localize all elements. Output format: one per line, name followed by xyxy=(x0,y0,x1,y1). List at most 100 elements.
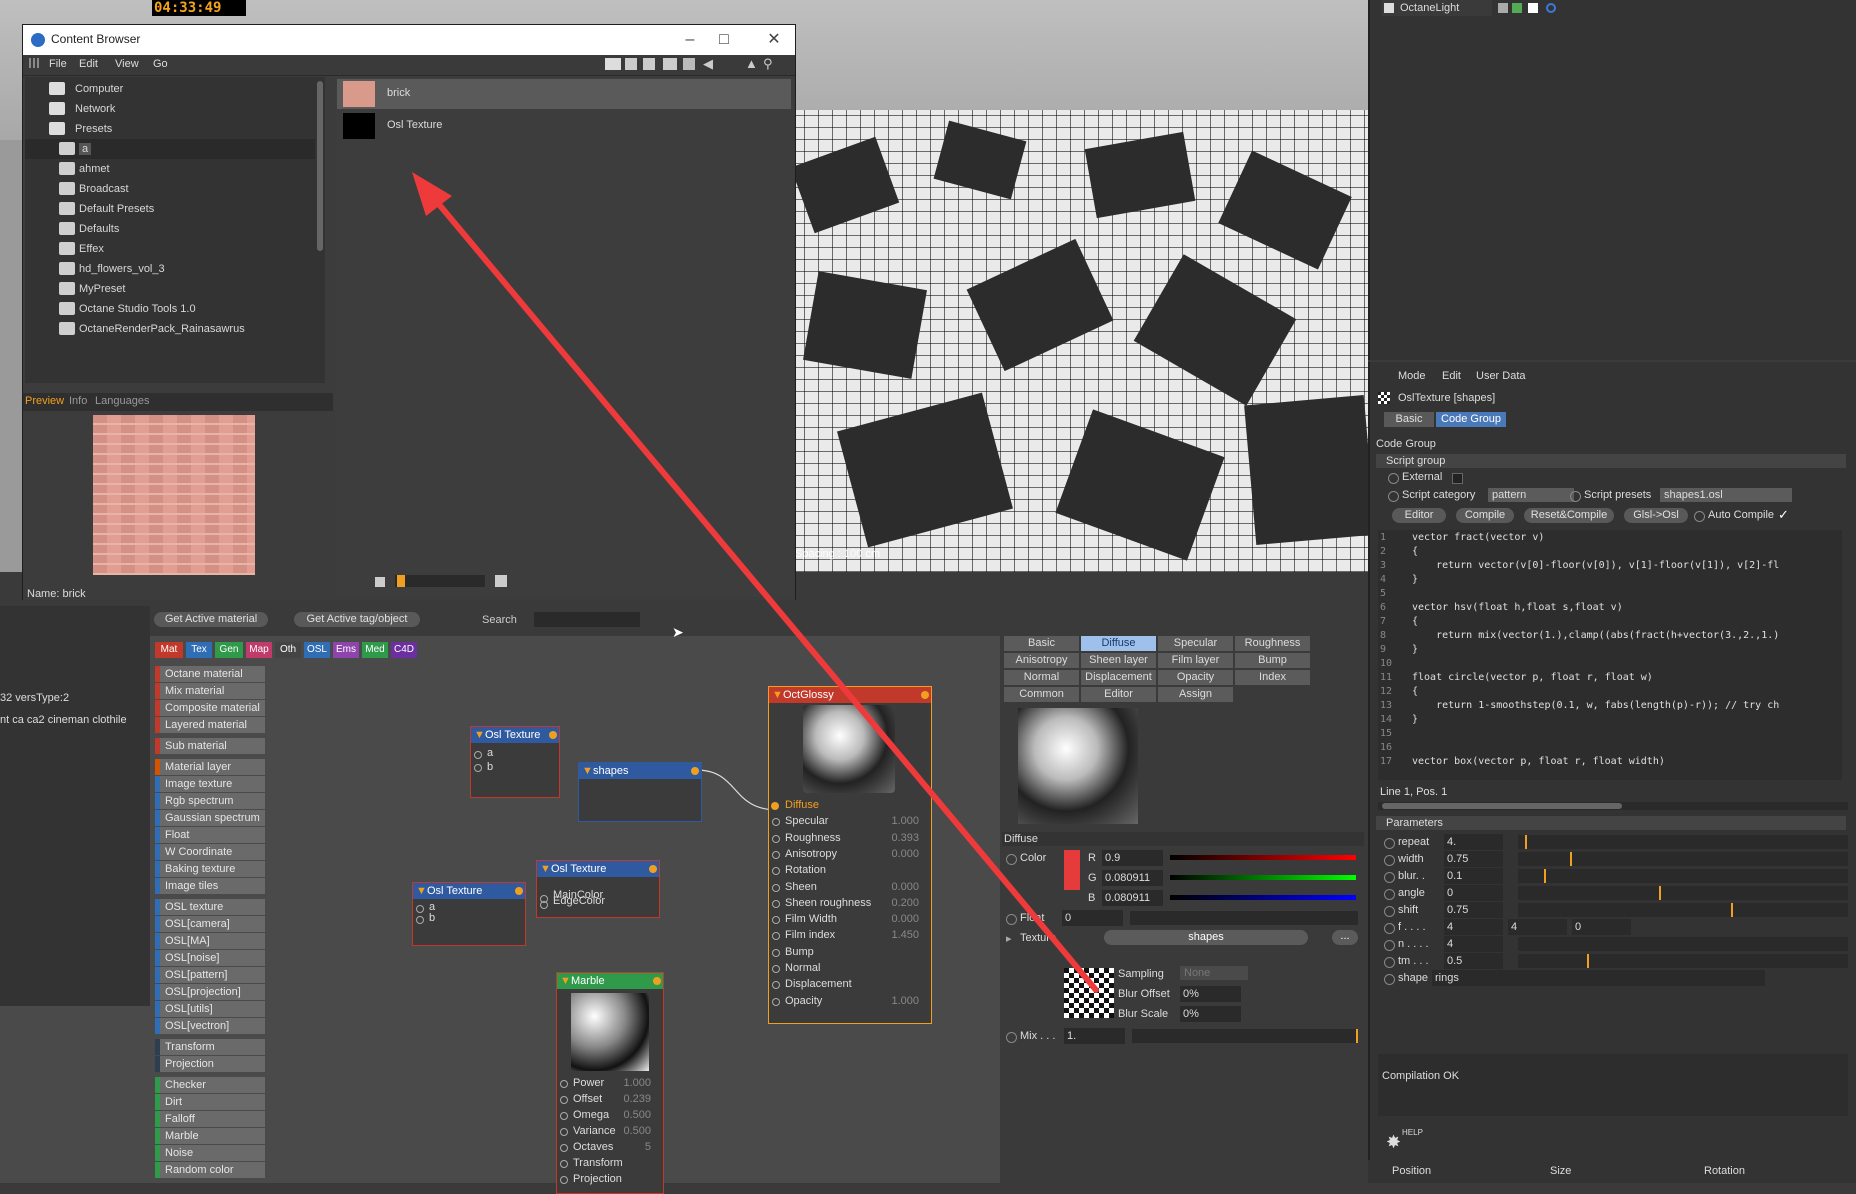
input-pin[interactable] xyxy=(560,1144,568,1152)
attribute-manager[interactable]: Mode Edit User Data OslTexture [shapes] … xyxy=(1368,362,1856,1162)
input-pin[interactable] xyxy=(772,834,780,843)
window-titlebar[interactable]: Content Browser – □ ✕ xyxy=(23,25,795,55)
content-list[interactable]: brick Osl Texture xyxy=(335,77,793,597)
radio-icon[interactable] xyxy=(1006,914,1017,925)
output-pin[interactable] xyxy=(549,731,557,739)
g-slider[interactable] xyxy=(1170,875,1356,880)
param-field[interactable]: 4 xyxy=(1508,919,1567,935)
tab-preview[interactable]: Preview xyxy=(25,395,64,407)
marble-node[interactable]: Marble ▼ Power 1.000 Offset 0.239 Omega 0.500… xyxy=(556,972,664,1194)
tree-item[interactable]: OctaneRenderPack_Rainasawrus xyxy=(25,319,315,339)
collapse-icon[interactable]: ▼ xyxy=(416,885,427,897)
tree-scrollbar[interactable] xyxy=(317,81,323,251)
toolbar-icon[interactable] xyxy=(605,58,621,70)
code-scrollbar[interactable] xyxy=(1378,802,1848,810)
material-editor-panel[interactable]: Basic Diffuse Specular Roughness Anisotropy S… xyxy=(1000,630,1366,1050)
folder-tree[interactable]: Computer Network Presets a ahmet Broadca… xyxy=(25,77,325,383)
param-slider[interactable] xyxy=(1518,937,1848,951)
tree-item[interactable]: MyPreset xyxy=(25,279,315,299)
float-field[interactable]: 0 xyxy=(1062,910,1123,926)
menu-go[interactable]: Go xyxy=(153,58,168,70)
auto-compile-checkbox[interactable]: ✓ xyxy=(1778,507,1789,523)
mix-field[interactable]: 1. xyxy=(1064,1028,1125,1044)
object-manager[interactable]: OctaneLight xyxy=(1368,0,1856,360)
radio-icon[interactable] xyxy=(1384,889,1395,900)
input-pin[interactable] xyxy=(474,751,482,759)
material-tab[interactable]: Common xyxy=(1004,687,1079,702)
tab-languages[interactable]: Languages xyxy=(95,395,149,407)
radio-icon[interactable] xyxy=(1006,1032,1017,1043)
script-group-header[interactable]: Script group xyxy=(1376,454,1846,468)
input-pin[interactable] xyxy=(772,932,780,941)
input-pin[interactable] xyxy=(474,764,482,772)
material-tab[interactable]: Roughness xyxy=(1235,636,1310,651)
param-row[interactable]: width 0.75 xyxy=(1378,851,1848,869)
reset-compile-button[interactable]: Reset&Compile xyxy=(1524,508,1614,523)
external-checkbox[interactable] xyxy=(1452,473,1463,484)
content-browser-window[interactable]: Content Browser – □ ✕ File Edit View Go … xyxy=(22,24,796,606)
param-slider[interactable] xyxy=(1518,954,1848,968)
collapse-icon[interactable]: ▼ xyxy=(540,863,551,875)
param-slider[interactable] xyxy=(1518,869,1848,883)
radio-icon[interactable] xyxy=(1384,872,1395,883)
menu-edit[interactable]: Edit xyxy=(79,58,98,70)
input-pin[interactable] xyxy=(560,1080,568,1088)
material-tab[interactable]: Opacity xyxy=(1158,670,1233,685)
output-pin[interactable] xyxy=(515,887,523,895)
category-chip[interactable]: Ems xyxy=(333,642,359,658)
input-pin[interactable] xyxy=(772,916,780,925)
octglossy-node[interactable]: OctGlossy ▼ Diffuse Specular 1.000 Roughnes… xyxy=(768,686,932,1024)
material-tab[interactable]: Assign xyxy=(1158,687,1233,702)
param-slider[interactable] xyxy=(1518,852,1848,866)
category-chip[interactable]: Mat xyxy=(155,642,183,658)
category-chip[interactable]: Med xyxy=(362,642,388,658)
material-tab[interactable]: Film layer xyxy=(1158,653,1233,668)
tree-item[interactable]: Effex xyxy=(25,239,315,259)
up-icon[interactable]: ▲ xyxy=(745,56,758,71)
input-pin[interactable] xyxy=(772,981,780,990)
input-pin-connected[interactable] xyxy=(771,802,779,810)
param-field[interactable]: 0.5 xyxy=(1444,953,1503,969)
r-field[interactable]: 0.9 xyxy=(1102,850,1163,866)
small-icon-view-icon[interactable] xyxy=(375,577,385,587)
input-pin[interactable] xyxy=(772,850,780,859)
tab-code-group[interactable]: Code Group xyxy=(1436,412,1506,427)
book-icon[interactable] xyxy=(663,58,677,70)
menu-user-data[interactable]: User Data xyxy=(1476,370,1526,382)
param-row[interactable]: angle 0 xyxy=(1378,885,1848,903)
input-pin[interactable] xyxy=(416,905,424,913)
input-pin[interactable] xyxy=(560,1112,568,1120)
b-slider[interactable] xyxy=(1170,895,1356,900)
close-icon[interactable]: ✕ xyxy=(759,28,789,52)
output-pin[interactable] xyxy=(649,865,657,873)
input-pin[interactable] xyxy=(772,867,780,876)
category-chip[interactable]: Map xyxy=(246,642,272,658)
texture-menu-button[interactable]: ... xyxy=(1332,930,1358,945)
input-pin[interactable] xyxy=(772,997,780,1006)
param-select[interactable]: rings xyxy=(1432,970,1765,986)
blur-scale-field[interactable]: 0% xyxy=(1180,1006,1241,1022)
material-tab[interactable]: Basic xyxy=(1004,636,1079,651)
check-icon[interactable] xyxy=(1512,3,1522,13)
list-item[interactable]: brick xyxy=(337,79,791,109)
category-chip[interactable]: OSL xyxy=(304,642,330,658)
param-row[interactable]: f . . . .440 xyxy=(1378,919,1848,937)
tree-item[interactable]: Defaults xyxy=(25,219,315,239)
radio-icon[interactable] xyxy=(1384,923,1395,934)
radio-icon[interactable] xyxy=(1384,855,1395,866)
slider-knob[interactable] xyxy=(1356,1029,1358,1043)
category-chip[interactable]: Tex xyxy=(186,642,212,658)
input-pin[interactable] xyxy=(772,818,780,827)
tree-item[interactable]: Computer xyxy=(25,79,315,99)
object-row[interactable]: OctaneLight xyxy=(1382,0,1492,16)
param-slider[interactable] xyxy=(1518,835,1848,849)
thumbnail-size-slider[interactable] xyxy=(395,575,485,587)
input-pin[interactable] xyxy=(772,883,780,892)
tree-item[interactable]: hd_flowers_vol_3 xyxy=(25,259,315,279)
collapse-icon[interactable]: ▼ xyxy=(582,765,593,777)
target-icon[interactable] xyxy=(1546,3,1556,13)
menu-file[interactable]: File xyxy=(49,58,67,70)
search-icon[interactable]: ⚲ xyxy=(763,56,773,72)
maximize-icon[interactable]: □ xyxy=(709,28,739,52)
large-icon-view-icon[interactable] xyxy=(495,575,507,587)
